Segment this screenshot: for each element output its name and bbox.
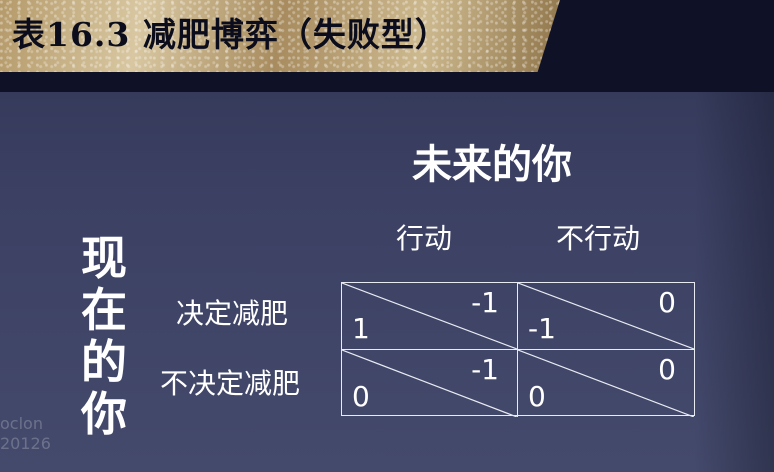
row-label-decide: 决定减肥: [176, 297, 289, 330]
payoff-cell: 0 0: [518, 350, 694, 417]
future-payoff: -1: [471, 353, 499, 386]
row-label-not-decide: 不决定减肥: [160, 367, 301, 400]
current-payoff: 1: [352, 312, 370, 345]
future-payoff: 0: [658, 286, 676, 319]
row-player-char: 在: [81, 283, 127, 337]
current-payoff: 0: [528, 380, 546, 413]
page-title: 表16.3 减肥博弈（失败型）: [12, 15, 449, 54]
watermark: oclon 20126: [0, 414, 60, 454]
payoff-matrix: -1 1 0 -1 -1 0 0 0: [341, 282, 695, 417]
current-payoff: 0: [352, 380, 370, 413]
watermark-line: 20126: [0, 434, 51, 453]
future-payoff: 0: [658, 353, 676, 386]
column-label-not-act: 不行动: [556, 222, 641, 255]
edge-shadow: [694, 92, 774, 472]
row-player-char: 你: [81, 387, 127, 441]
row-player-char: 现: [81, 231, 127, 285]
watermark-line: oclon: [0, 414, 43, 433]
current-payoff: -1: [528, 312, 556, 345]
column-label-act: 行动: [396, 222, 453, 255]
payoff-cell: -1 1: [342, 283, 518, 350]
column-player-label: 未来的你: [412, 142, 572, 188]
payoff-cell: 0 -1: [518, 283, 694, 350]
future-payoff: -1: [471, 286, 499, 319]
row-player-char: 的: [81, 335, 127, 389]
payoff-cell: -1 0: [342, 350, 518, 417]
row-player-label: 现 在 的 你: [76, 232, 132, 440]
